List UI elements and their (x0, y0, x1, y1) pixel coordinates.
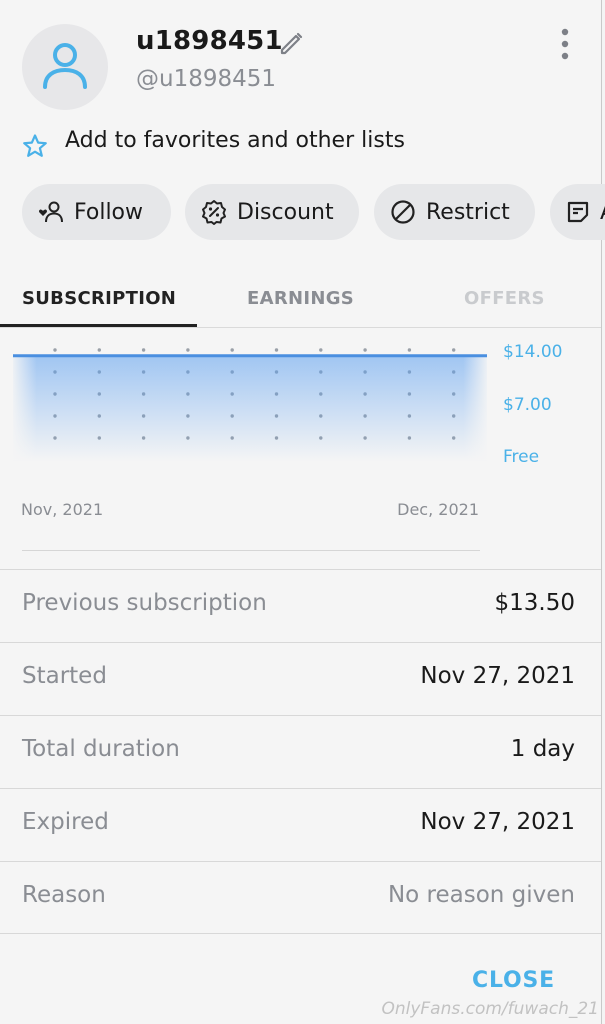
active-tab-indicator (0, 324, 197, 327)
chart-edge-fade (13, 350, 487, 460)
discount-badge-icon (202, 200, 226, 225)
detail-row-reason: Reason No reason given (0, 861, 601, 934)
x-tick-label: Dec, 2021 (397, 500, 479, 519)
chart-y-ticks: $14.00 $7.00 Free (503, 342, 562, 467)
star-icon (23, 134, 47, 157)
detail-value: $13.50 (494, 590, 575, 616)
note-icon (567, 201, 589, 223)
more-vertical-icon[interactable] (556, 28, 574, 60)
tab-earnings[interactable]: EARNINGS (247, 288, 354, 309)
subscription-detail-sheet: u1898451 @u1898451 Add to favorites and … (0, 0, 605, 1024)
detail-value: Nov 27, 2021 (420, 663, 575, 689)
footer-divider (0, 933, 601, 934)
restrict-label: Restrict (426, 199, 510, 225)
detail-value: 1 day (510, 736, 575, 762)
detail-label: Expired (22, 809, 109, 835)
y-tick-label: $7.00 (503, 395, 552, 415)
detail-row-expired: Expired Nov 27, 2021 (0, 788, 601, 861)
x-tick-label: Nov, 2021 (21, 500, 103, 519)
pencil-icon[interactable] (279, 30, 305, 56)
watermark: OnlyFans.com/fuwach_21 (381, 999, 599, 1019)
detail-row-previous-subscription: Previous subscription $13.50 (0, 569, 601, 642)
tab-bar: SUBSCRIPTION EARNINGS OFFERS (0, 276, 601, 328)
detail-label: Total duration (22, 736, 180, 762)
y-tick-label: $14.00 (503, 342, 562, 362)
follow-button[interactable]: Follow (22, 184, 171, 240)
user-icon (43, 43, 87, 89)
detail-row-total-duration: Total duration 1 day (0, 715, 601, 788)
follow-label: Follow (74, 199, 144, 225)
block-icon (391, 200, 415, 224)
chart-divider (22, 550, 480, 551)
chart-x-ticks: Nov, 2021 Dec, 2021 (21, 500, 479, 519)
tab-offers: OFFERS (464, 288, 545, 309)
favorites-label: Add to favorites and other lists (65, 128, 405, 153)
avatar[interactable] (22, 24, 108, 110)
add-to-list-label: A (600, 200, 605, 225)
close-button[interactable]: CLOSE (472, 968, 555, 993)
add-to-list-button[interactable]: A (550, 184, 605, 240)
detail-label: Reason (22, 882, 106, 908)
action-chips: Follow Discount Restrict A (22, 184, 605, 240)
y-tick-label: Free (503, 447, 539, 467)
discount-label: Discount (237, 199, 334, 225)
discount-button[interactable]: Discount (185, 184, 359, 240)
detail-label: Previous subscription (22, 590, 267, 616)
user-name: u1898451 (136, 26, 283, 56)
subscription-price-chart: $14.00 $7.00 Free Nov, 2021 Dec, 2021 (12, 342, 562, 519)
detail-value: No reason given (387, 882, 575, 908)
detail-value: Nov 27, 2021 (420, 809, 575, 835)
tab-subscription[interactable]: SUBSCRIPTION (22, 288, 176, 309)
person-heart-icon (39, 201, 63, 223)
restrict-button[interactable]: Restrict (374, 184, 535, 240)
user-handle: @u1898451 (136, 66, 277, 92)
detail-label: Started (22, 663, 107, 689)
detail-row-started: Started Nov 27, 2021 (0, 642, 601, 715)
